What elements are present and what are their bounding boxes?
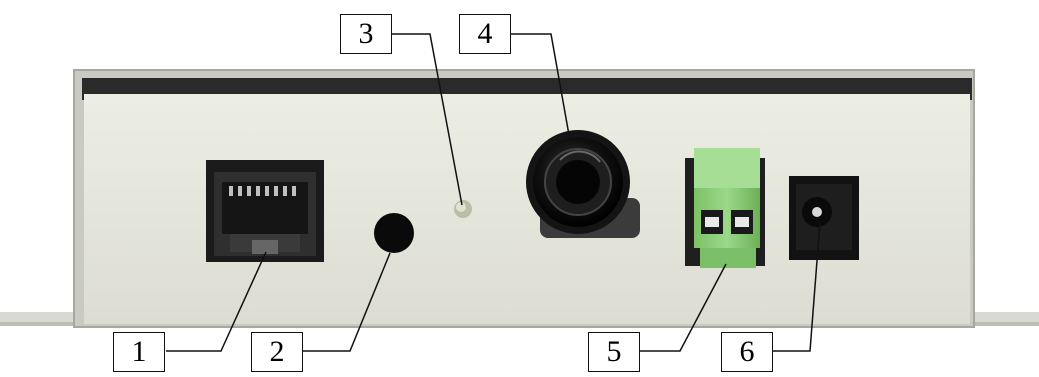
callout-6-label: 6	[739, 335, 755, 368]
callout-2-label: 2	[269, 335, 285, 368]
callout-4: 4	[459, 14, 511, 54]
device-front-panel-diagram: 1 2 3 4 5 6	[0, 0, 1039, 372]
callout-3-label: 3	[358, 17, 374, 50]
rj45-port	[206, 160, 324, 262]
status-led	[454, 200, 472, 218]
callout-5: 5	[588, 332, 640, 372]
callout-2: 2	[251, 332, 303, 372]
reset-button	[374, 213, 414, 253]
dc-power-jack	[789, 176, 859, 260]
callout-5-label: 5	[606, 335, 622, 368]
callout-3: 3	[340, 14, 392, 54]
callout-4-label: 4	[477, 17, 493, 50]
callout-6: 6	[721, 332, 773, 372]
device-illustration	[0, 33, 1039, 352]
callout-1-label: 1	[131, 335, 147, 368]
terminal-block	[685, 148, 765, 268]
callout-1: 1	[113, 332, 165, 372]
